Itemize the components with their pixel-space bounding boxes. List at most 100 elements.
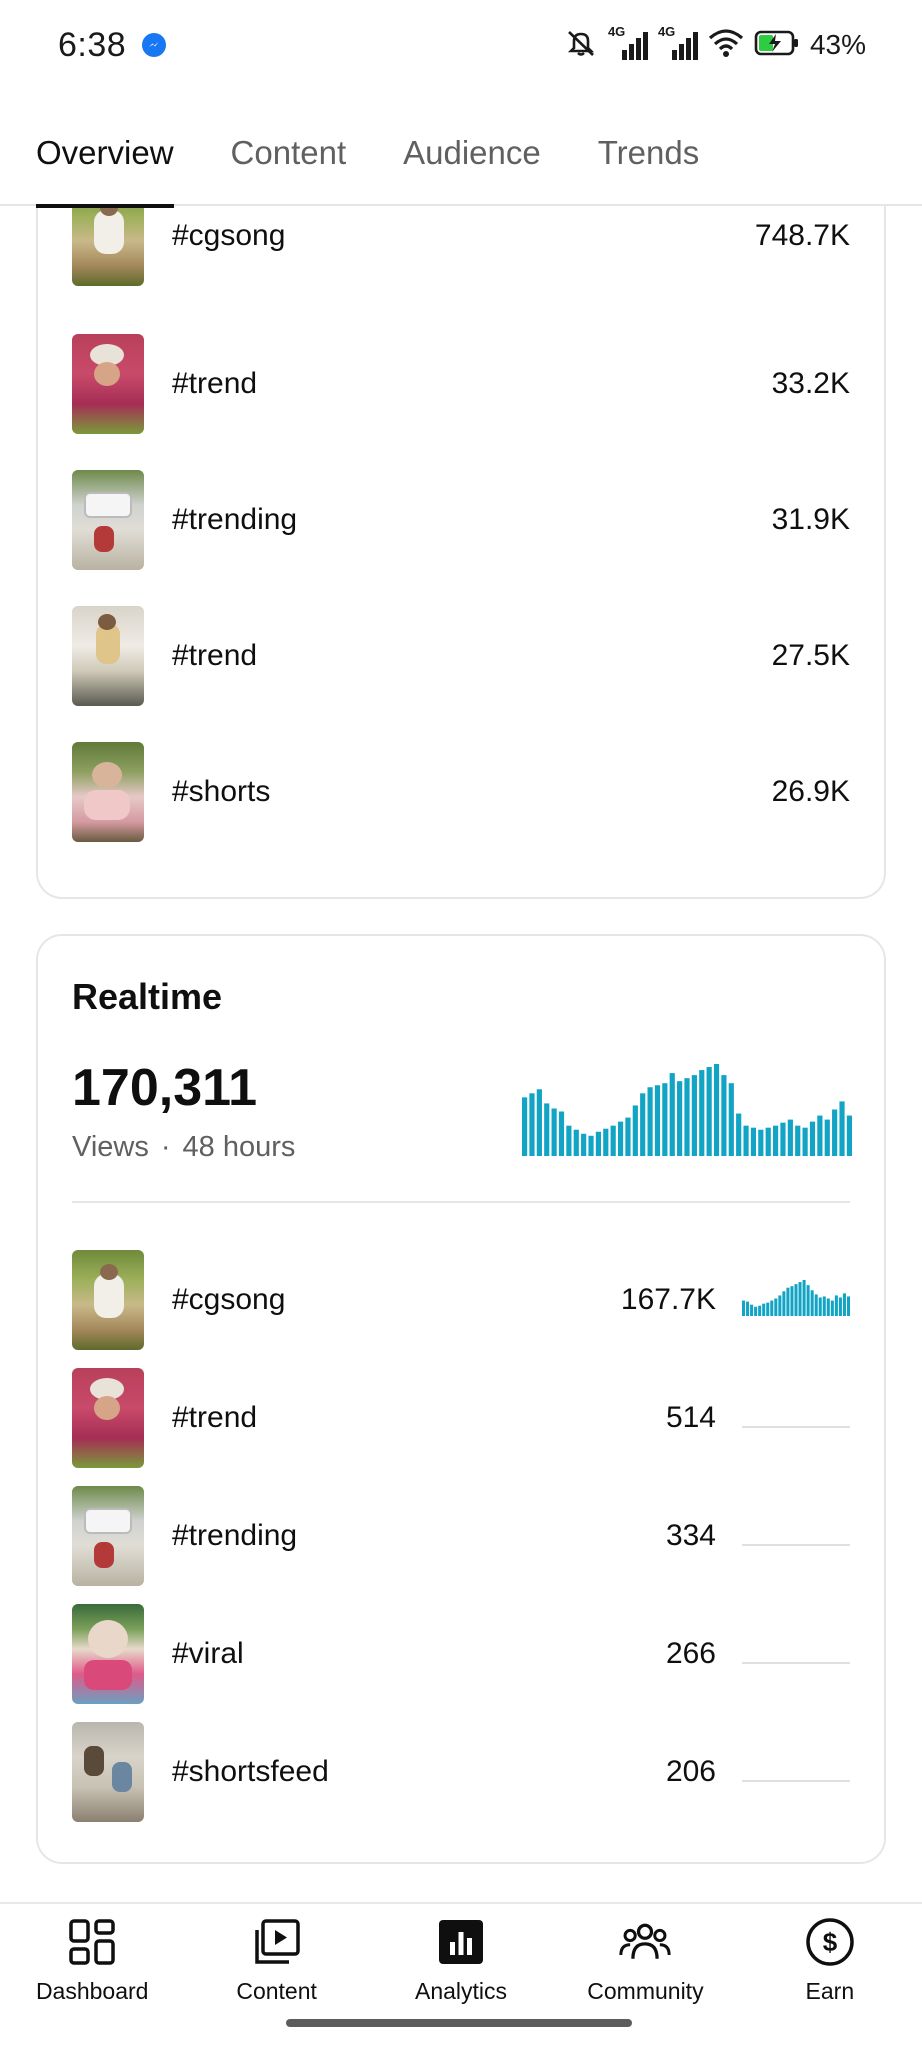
realtime-list-item[interactable]: #cgsong 167.7K: [72, 1250, 850, 1350]
nav-dashboard-label: Dashboard: [35, 1978, 149, 2004]
chart-bar: [558, 1111, 565, 1156]
chart-bar: [603, 1128, 609, 1156]
sparkline-baseline: [742, 1544, 850, 1546]
chart-bar: [625, 1117, 631, 1156]
chart-bar: [754, 1306, 758, 1316]
separator-dot: ·: [160, 1131, 171, 1163]
chart-bar: [728, 1083, 734, 1156]
chart-bar: [654, 1085, 661, 1156]
nav-earn[interactable]: $ Earn: [738, 1904, 922, 2049]
list-item-label: #trending: [172, 503, 298, 536]
chart-bar: [522, 1097, 528, 1156]
home-indicator[interactable]: [286, 2019, 632, 2027]
video-thumbnail: [72, 470, 144, 570]
chart-bar: [610, 1125, 616, 1156]
realtime-item-value: 334: [665, 1519, 716, 1552]
tab-trends[interactable]: Trends: [598, 120, 699, 206]
tab-overview[interactable]: Overview: [36, 120, 174, 208]
chart-bar: [830, 1300, 834, 1316]
chart-bar: [677, 1081, 683, 1156]
list-item-value: 748.7K: [754, 219, 850, 252]
sparkline-baseline: [742, 1426, 850, 1428]
realtime-list-item[interactable]: #shortsfeed 206: [72, 1722, 850, 1822]
nav-dashboard[interactable]: Dashboard: [0, 1904, 184, 2049]
realtime-list-item[interactable]: #trend 514: [72, 1368, 850, 1468]
nav-community-label: Community: [587, 1978, 704, 2004]
video-thumbnail: [72, 1722, 144, 1822]
sparkline-baseline: [742, 1662, 850, 1664]
chart-bar: [810, 1290, 814, 1316]
video-thumbnail: [72, 1250, 144, 1350]
status-time: 6:38: [58, 25, 127, 64]
chart-bar: [826, 1298, 830, 1316]
tab-audience[interactable]: Audience: [403, 120, 541, 206]
dashboard-icon: [66, 1916, 118, 1968]
chart-bar: [822, 1296, 826, 1316]
chart-bar: [832, 1109, 838, 1156]
list-item-label: #trend: [172, 367, 258, 400]
chart-bar: [662, 1083, 668, 1156]
divider: [72, 1201, 850, 1203]
nav-analytics-label: Analytics: [414, 1978, 508, 2004]
chart-bar: [742, 1300, 746, 1316]
status-left: 6:38: [58, 25, 167, 65]
chart-bar: [750, 1304, 754, 1316]
realtime-title: Realtime: [72, 976, 223, 1017]
analytics-icon: [435, 1916, 487, 1968]
realtime-views-chart: [522, 1064, 852, 1156]
chart-bar: [529, 1093, 535, 1156]
video-thumbnail: [72, 1604, 144, 1704]
chart-bar: [795, 1125, 801, 1156]
chart-bar: [824, 1119, 830, 1156]
nav-community[interactable]: Community: [553, 1904, 737, 2049]
chart-bar: [736, 1113, 742, 1156]
network-type-label: 4G: [607, 24, 626, 39]
list-item-value: 27.5K: [771, 639, 850, 672]
chart-bar: [772, 1125, 779, 1156]
nav-content[interactable]: Content: [184, 1904, 368, 2049]
video-thumbnail: [72, 334, 144, 434]
chart-bar: [778, 1295, 782, 1316]
signal-icon: 4G: [608, 24, 648, 62]
top-content-card: #cgsong 748.7K #trend 33.2K #trending 31…: [36, 150, 886, 899]
chart-bar: [798, 1282, 802, 1316]
list-item[interactable]: #trend 33.2K: [72, 334, 850, 434]
chart-bar: [809, 1121, 816, 1156]
realtime-item-label: #viral: [172, 1637, 244, 1670]
realtime-item-sparkline: [742, 1398, 850, 1438]
chart-bar: [842, 1293, 846, 1316]
chart-bar: [765, 1127, 771, 1156]
realtime-list-item[interactable]: #viral 266: [72, 1604, 850, 1704]
chart-bar: [834, 1295, 838, 1316]
realtime-list-item[interactable]: #trending 334: [72, 1486, 850, 1586]
chart-bar: [766, 1302, 770, 1316]
earn-icon: $: [804, 1916, 856, 1968]
realtime-card[interactable]: Realtime 170,311 Views · 48 hours #cgson…: [36, 934, 886, 1864]
realtime-item-value: 167.7K: [620, 1283, 716, 1316]
tab-content[interactable]: Content: [231, 120, 347, 206]
chart-bar: [617, 1121, 624, 1156]
realtime-views-count: 170,311: [72, 1059, 258, 1117]
chart-bar: [544, 1103, 550, 1156]
signal-icon: 4G: [658, 24, 698, 62]
nav-analytics[interactable]: Analytics: [369, 1904, 553, 2049]
realtime-item-label: #shortsfeed: [172, 1755, 329, 1788]
realtime-item-sparkline: [742, 1516, 850, 1556]
chart-bar: [706, 1067, 712, 1156]
chart-bar: [640, 1093, 646, 1156]
realtime-item-label: #cgsong: [172, 1283, 286, 1316]
chart-bar: [647, 1087, 653, 1156]
list-item[interactable]: #trending 31.9K: [72, 470, 850, 570]
realtime-item-value: 266: [665, 1637, 716, 1670]
list-item-value: 33.2K: [771, 367, 850, 400]
chart-bar: [774, 1298, 778, 1316]
chart-bar: [551, 1108, 557, 1156]
list-item[interactable]: #trend 27.5K: [72, 606, 850, 706]
realtime-item-label: #trending: [172, 1519, 298, 1552]
chart-bar: [750, 1127, 757, 1156]
chart-bar: [838, 1297, 842, 1316]
chart-bar: [746, 1301, 750, 1316]
chart-bar: [721, 1075, 727, 1156]
list-item[interactable]: #shorts 26.9K: [72, 742, 850, 842]
status-bar: 6:38 4G 4G 43%: [0, 0, 922, 90]
